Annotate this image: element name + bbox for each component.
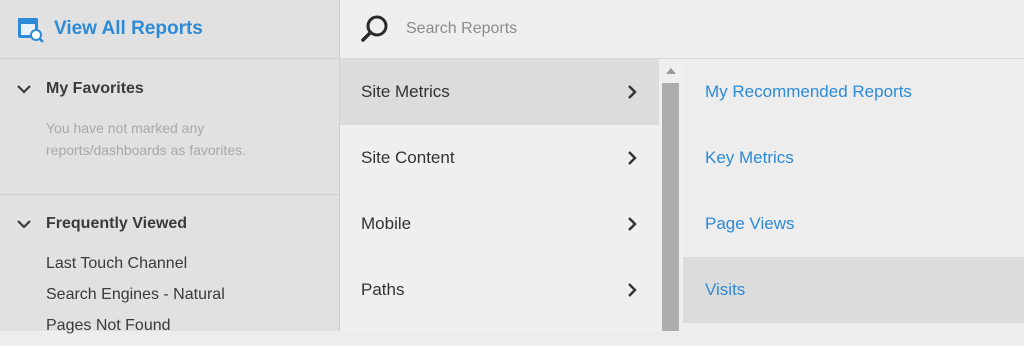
favorites-empty-message: You have not marked any reports/dashboar… bbox=[0, 117, 339, 195]
favorites-empty-line-2: reports/dashboards as favorites. bbox=[46, 142, 246, 158]
view-all-reports-header[interactable]: View All Reports bbox=[0, 0, 339, 59]
category-label: Site Metrics bbox=[361, 82, 450, 101]
frequent-item-search-engines-natural[interactable]: Search Engines - Natural bbox=[46, 284, 339, 315]
category-mobile[interactable]: Mobile bbox=[340, 191, 659, 257]
category-label: Site Content bbox=[361, 148, 455, 167]
category-list: Site Metrics Site Content Mobile Paths bbox=[340, 59, 659, 331]
search-bar bbox=[340, 0, 1024, 59]
chevron-right-icon bbox=[628, 283, 637, 297]
category-scrollbar[interactable] bbox=[659, 59, 683, 331]
category-site-metrics[interactable]: Site Metrics bbox=[340, 59, 659, 125]
category-label: Mobile bbox=[361, 214, 412, 233]
left-panel: View All Reports My Favorites You have n… bbox=[0, 0, 340, 334]
chevron-right-icon bbox=[628, 151, 637, 165]
favorites-heading: My Favorites bbox=[46, 80, 144, 97]
search-icon bbox=[361, 15, 388, 42]
category-paths[interactable]: Paths bbox=[340, 257, 659, 323]
scroll-up-arrow-icon[interactable] bbox=[666, 68, 676, 74]
chevron-down-icon bbox=[17, 220, 31, 229]
report-list: My Recommended Reports Key Metrics Page … bbox=[683, 59, 1024, 331]
scrollbar-thumb[interactable] bbox=[662, 83, 679, 331]
search-input[interactable] bbox=[404, 19, 808, 39]
chevron-right-icon bbox=[628, 217, 637, 231]
report-key-metrics[interactable]: Key Metrics bbox=[683, 125, 1024, 191]
frequently-viewed-list: Last Touch Channel Search Engines - Natu… bbox=[0, 253, 339, 346]
view-all-reports-link[interactable]: View All Reports bbox=[54, 18, 203, 40]
frequently-viewed-heading: Frequently Viewed bbox=[46, 215, 188, 232]
favorites-empty-line-1: You have not marked any bbox=[46, 120, 205, 136]
category-site-content[interactable]: Site Content bbox=[340, 125, 659, 191]
favorites-section-toggle[interactable]: My Favorites bbox=[0, 59, 339, 119]
reports-folder-icon bbox=[18, 18, 44, 43]
chevron-down-icon bbox=[17, 85, 31, 94]
report-my-recommended-reports[interactable]: My Recommended Reports bbox=[683, 59, 1024, 125]
report-visits[interactable]: Visits bbox=[683, 257, 1024, 323]
category-label: Paths bbox=[361, 280, 405, 299]
chevron-right-icon bbox=[628, 85, 637, 99]
frequent-item-last-touch-channel[interactable]: Last Touch Channel bbox=[46, 253, 339, 284]
report-page-views[interactable]: Page Views bbox=[683, 191, 1024, 257]
frequently-viewed-section-toggle[interactable]: Frequently Viewed bbox=[0, 195, 339, 253]
